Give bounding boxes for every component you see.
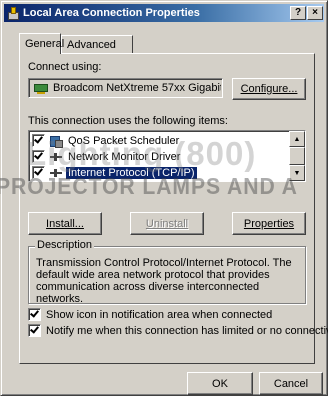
title-bar[interactable]: Local Area Connection Properties ? × xyxy=(4,4,324,22)
items-label: This connection uses the following items… xyxy=(28,115,228,127)
scroll-thumb[interactable] xyxy=(289,147,305,165)
configure-button-label: Configure... xyxy=(240,83,298,95)
network-adapter-icon xyxy=(34,84,48,94)
qos-checkbox[interactable] xyxy=(32,134,45,147)
adapter-field: Broadcom NetXtreme 57xx Gigabit Cc xyxy=(28,78,223,98)
description-text: Transmission Control Protocol/Internet P… xyxy=(36,257,292,305)
tcpip-checkbox[interactable] xyxy=(32,166,45,179)
notify-checkbox[interactable] xyxy=(28,324,41,337)
show-icon-option[interactable]: Show icon in notification area when conn… xyxy=(28,308,272,321)
list-item-label: Network Monitor Driver xyxy=(68,150,181,163)
show-icon-label: Show icon in notification area when conn… xyxy=(46,308,273,321)
list-item-tcpip[interactable]: Internet Protocol (TCP/IP) xyxy=(32,165,198,180)
network-icon xyxy=(49,151,63,163)
help-button[interactable]: ? xyxy=(290,6,306,20)
list-scrollbar[interactable]: ▲ ▼ xyxy=(289,131,305,181)
install-button[interactable]: Install... xyxy=(28,212,102,235)
configure-button[interactable]: Configure... xyxy=(232,78,306,100)
scroll-up-button[interactable]: ▲ xyxy=(289,131,305,147)
list-item-qos[interactable]: QoS Packet Scheduler xyxy=(32,133,181,148)
show-icon-checkbox[interactable] xyxy=(28,308,41,321)
network-connection-icon xyxy=(6,6,20,20)
cancel-button[interactable]: Cancel xyxy=(259,372,323,395)
properties-button[interactable]: Properties xyxy=(232,212,306,235)
list-item-label: Internet Protocol (TCP/IP) xyxy=(65,165,198,180)
tab-advanced[interactable]: Advanced xyxy=(61,35,133,53)
qos-icon xyxy=(49,135,63,148)
properties-button-label: Properties xyxy=(243,217,295,230)
adapter-name: Broadcom NetXtreme 57xx Gigabit Cc xyxy=(53,82,221,94)
network-icon xyxy=(49,167,63,179)
install-button-label: Install... xyxy=(46,217,84,230)
close-button[interactable]: × xyxy=(307,6,323,20)
uninstall-button[interactable]: Uninstall xyxy=(130,212,204,235)
description-legend: Description xyxy=(35,239,95,251)
window-title: Local Area Connection Properties xyxy=(23,7,200,19)
uninstall-button-label: Uninstall xyxy=(145,217,189,230)
properties-dialog: Local Area Connection Properties ? × Gen… xyxy=(0,0,328,396)
notify-option[interactable]: Notify me when this connection has limit… xyxy=(28,324,328,337)
list-item-label: QoS Packet Scheduler xyxy=(68,134,180,147)
ok-button[interactable]: OK xyxy=(187,372,253,395)
general-tab-panel: Connect using: Broadcom NetXtreme 57xx G… xyxy=(19,53,328,364)
network-monitor-checkbox[interactable] xyxy=(32,150,45,163)
ok-button-label: OK xyxy=(212,377,228,390)
description-group: Description Transmission Control Protoco… xyxy=(28,239,306,305)
cancel-button-label: Cancel xyxy=(273,377,309,390)
tab-general[interactable]: General xyxy=(19,33,64,54)
list-item-network-monitor[interactable]: Network Monitor Driver xyxy=(32,149,182,164)
notify-label: Notify me when this connection has limit… xyxy=(46,324,328,337)
connect-using-label: Connect using: xyxy=(28,61,102,73)
components-list[interactable]: QoS Packet Scheduler Network Monitor Dri… xyxy=(28,130,306,182)
scroll-down-button[interactable]: ▼ xyxy=(289,165,305,181)
